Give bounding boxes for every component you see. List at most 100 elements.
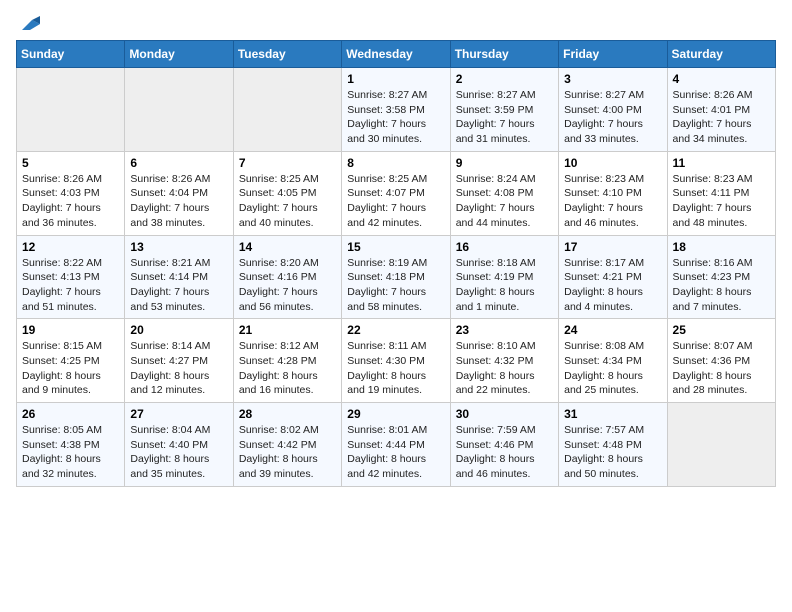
- day-number: 27: [130, 407, 227, 421]
- calendar-cell: 18 Sunrise: 8:16 AMSunset: 4:23 PMDayligh…: [667, 235, 775, 319]
- header-saturday: Saturday: [667, 41, 775, 68]
- calendar-cell: 21 Sunrise: 8:12 AMSunset: 4:28 PMDayligh…: [233, 319, 341, 403]
- day-number: 7: [239, 156, 336, 170]
- day-info: Sunrise: 8:27 AMSunset: 3:59 PMDaylight:…: [456, 88, 553, 147]
- day-info: Sunrise: 8:27 AMSunset: 4:00 PMDaylight:…: [564, 88, 661, 147]
- calendar-cell: 26Sunrise: 8:05 AMSunset: 4:38 PMDayligh…: [17, 403, 125, 487]
- calendar-cell: 30Sunrise: 7:59 AMSunset: 4:46 PMDayligh…: [450, 403, 558, 487]
- calendar-cell: 14 Sunrise: 8:20 AMSunset: 4:16 PMDayligh…: [233, 235, 341, 319]
- calendar-cell: 27Sunrise: 8:04 AMSunset: 4:40 PMDayligh…: [125, 403, 233, 487]
- day-number: 5: [22, 156, 119, 170]
- day-info: Sunrise: 7:59 AMSunset: 4:46 PMDaylight:…: [456, 423, 553, 482]
- page-header: [16, 16, 776, 30]
- day-info: Sunrise: 8:14 AMSunset: 4:27 PMDaylight:…: [130, 339, 227, 398]
- calendar-cell: 19 Sunrise: 8:15 AMSunset: 4:25 PMDayligh…: [17, 319, 125, 403]
- day-number: 25: [673, 323, 770, 337]
- day-number: 21: [239, 323, 336, 337]
- calendar-cell: 11 Sunrise: 8:23 AMSunset: 4:11 PMDayligh…: [667, 151, 775, 235]
- day-info: Sunrise: 8:25 AMSunset: 4:07 PMDaylight:…: [347, 172, 444, 231]
- day-number: 18: [673, 240, 770, 254]
- day-number: 10: [564, 156, 661, 170]
- day-info: Sunrise: 8:08 AMSunset: 4:34 PMDaylight:…: [564, 339, 661, 398]
- week-row-5: 26Sunrise: 8:05 AMSunset: 4:38 PMDayligh…: [17, 403, 776, 487]
- day-info: Sunrise: 8:19 AMSunset: 4:18 PMDaylight:…: [347, 256, 444, 315]
- day-info: Sunrise: 8:15 AMSunset: 4:25 PMDaylight:…: [22, 339, 119, 398]
- calendar-cell: [667, 403, 775, 487]
- day-number: 19: [22, 323, 119, 337]
- calendar-table: SundayMondayTuesdayWednesdayThursdayFrid…: [16, 40, 776, 487]
- day-number: 11: [673, 156, 770, 170]
- day-number: 15: [347, 240, 444, 254]
- header-friday: Friday: [559, 41, 667, 68]
- day-info: Sunrise: 8:17 AMSunset: 4:21 PMDaylight:…: [564, 256, 661, 315]
- calendar-cell: 31 Sunrise: 7:57 AMSunset: 4:48 PMDayligh…: [559, 403, 667, 487]
- day-info: Sunrise: 8:26 AMSunset: 4:04 PMDaylight:…: [130, 172, 227, 231]
- day-info: Sunrise: 8:21 AMSunset: 4:14 PMDaylight:…: [130, 256, 227, 315]
- calendar-cell: 12Sunrise: 8:22 AMSunset: 4:13 PMDayligh…: [17, 235, 125, 319]
- calendar-cell: 8 Sunrise: 8:25 AMSunset: 4:07 PMDaylight…: [342, 151, 450, 235]
- calendar-cell: 20Sunrise: 8:14 AMSunset: 4:27 PMDayligh…: [125, 319, 233, 403]
- day-info: Sunrise: 8:07 AMSunset: 4:36 PMDaylight:…: [673, 339, 770, 398]
- day-number: 24: [564, 323, 661, 337]
- calendar-header: SundayMondayTuesdayWednesdayThursdayFrid…: [17, 41, 776, 68]
- calendar-cell: 13 Sunrise: 8:21 AMSunset: 4:14 PMDayligh…: [125, 235, 233, 319]
- day-info: Sunrise: 8:01 AMSunset: 4:44 PMDaylight:…: [347, 423, 444, 482]
- day-info: Sunrise: 8:23 AMSunset: 4:11 PMDaylight:…: [673, 172, 770, 231]
- day-info: Sunrise: 7:57 AMSunset: 4:48 PMDaylight:…: [564, 423, 661, 482]
- header-sunday: Sunday: [17, 41, 125, 68]
- logo-icon: [18, 16, 40, 34]
- day-number: 1: [347, 72, 444, 86]
- header-wednesday: Wednesday: [342, 41, 450, 68]
- calendar-cell: 7 Sunrise: 8:25 AMSunset: 4:05 PMDaylight…: [233, 151, 341, 235]
- logo: [16, 16, 40, 30]
- week-row-4: 19 Sunrise: 8:15 AMSunset: 4:25 PMDayligh…: [17, 319, 776, 403]
- calendar-cell: 17 Sunrise: 8:17 AMSunset: 4:21 PMDayligh…: [559, 235, 667, 319]
- day-info: Sunrise: 8:26 AMSunset: 4:03 PMDaylight:…: [22, 172, 119, 231]
- day-info: Sunrise: 8:26 AMSunset: 4:01 PMDaylight:…: [673, 88, 770, 147]
- calendar-cell: 25 Sunrise: 8:07 AMSunset: 4:36 PMDayligh…: [667, 319, 775, 403]
- calendar-cell: 28Sunrise: 8:02 AMSunset: 4:42 PMDayligh…: [233, 403, 341, 487]
- day-info: Sunrise: 8:24 AMSunset: 4:08 PMDaylight:…: [456, 172, 553, 231]
- day-info: Sunrise: 8:27 AMSunset: 3:58 PMDaylight:…: [347, 88, 444, 147]
- day-info: Sunrise: 8:23 AMSunset: 4:10 PMDaylight:…: [564, 172, 661, 231]
- day-number: 31: [564, 407, 661, 421]
- calendar-cell: [233, 68, 341, 152]
- day-number: 3: [564, 72, 661, 86]
- day-number: 6: [130, 156, 227, 170]
- day-number: 16: [456, 240, 553, 254]
- day-info: Sunrise: 8:16 AMSunset: 4:23 PMDaylight:…: [673, 256, 770, 315]
- day-info: Sunrise: 8:18 AMSunset: 4:19 PMDaylight:…: [456, 256, 553, 315]
- day-number: 17: [564, 240, 661, 254]
- day-info: Sunrise: 8:20 AMSunset: 4:16 PMDaylight:…: [239, 256, 336, 315]
- day-number: 2: [456, 72, 553, 86]
- header-tuesday: Tuesday: [233, 41, 341, 68]
- calendar-cell: [17, 68, 125, 152]
- calendar-cell: 2 Sunrise: 8:27 AMSunset: 3:59 PMDaylight…: [450, 68, 558, 152]
- day-number: 9: [456, 156, 553, 170]
- calendar-cell: 4 Sunrise: 8:26 AMSunset: 4:01 PMDaylight…: [667, 68, 775, 152]
- day-number: 4: [673, 72, 770, 86]
- calendar-cell: 10 Sunrise: 8:23 AMSunset: 4:10 PMDayligh…: [559, 151, 667, 235]
- day-info: Sunrise: 8:12 AMSunset: 4:28 PMDaylight:…: [239, 339, 336, 398]
- calendar-cell: 3 Sunrise: 8:27 AMSunset: 4:00 PMDaylight…: [559, 68, 667, 152]
- calendar-cell: 24 Sunrise: 8:08 AMSunset: 4:34 PMDayligh…: [559, 319, 667, 403]
- day-number: 13: [130, 240, 227, 254]
- day-info: Sunrise: 8:02 AMSunset: 4:42 PMDaylight:…: [239, 423, 336, 482]
- calendar-cell: 16 Sunrise: 8:18 AMSunset: 4:19 PMDayligh…: [450, 235, 558, 319]
- day-number: 8: [347, 156, 444, 170]
- week-row-3: 12Sunrise: 8:22 AMSunset: 4:13 PMDayligh…: [17, 235, 776, 319]
- day-number: 29: [347, 407, 444, 421]
- calendar-body: 1 Sunrise: 8:27 AMSunset: 3:58 PMDaylight…: [17, 68, 776, 487]
- calendar-cell: 22Sunrise: 8:11 AMSunset: 4:30 PMDayligh…: [342, 319, 450, 403]
- calendar-cell: 29 Sunrise: 8:01 AMSunset: 4:44 PMDayligh…: [342, 403, 450, 487]
- day-info: Sunrise: 8:11 AMSunset: 4:30 PMDaylight:…: [347, 339, 444, 398]
- day-info: Sunrise: 8:05 AMSunset: 4:38 PMDaylight:…: [22, 423, 119, 482]
- calendar-cell: 6 Sunrise: 8:26 AMSunset: 4:04 PMDaylight…: [125, 151, 233, 235]
- day-info: Sunrise: 8:25 AMSunset: 4:05 PMDaylight:…: [239, 172, 336, 231]
- day-info: Sunrise: 8:22 AMSunset: 4:13 PMDaylight:…: [22, 256, 119, 315]
- calendar-cell: 9 Sunrise: 8:24 AMSunset: 4:08 PMDaylight…: [450, 151, 558, 235]
- calendar-cell: 1 Sunrise: 8:27 AMSunset: 3:58 PMDaylight…: [342, 68, 450, 152]
- day-number: 14: [239, 240, 336, 254]
- calendar-cell: [125, 68, 233, 152]
- week-row-1: 1 Sunrise: 8:27 AMSunset: 3:58 PMDaylight…: [17, 68, 776, 152]
